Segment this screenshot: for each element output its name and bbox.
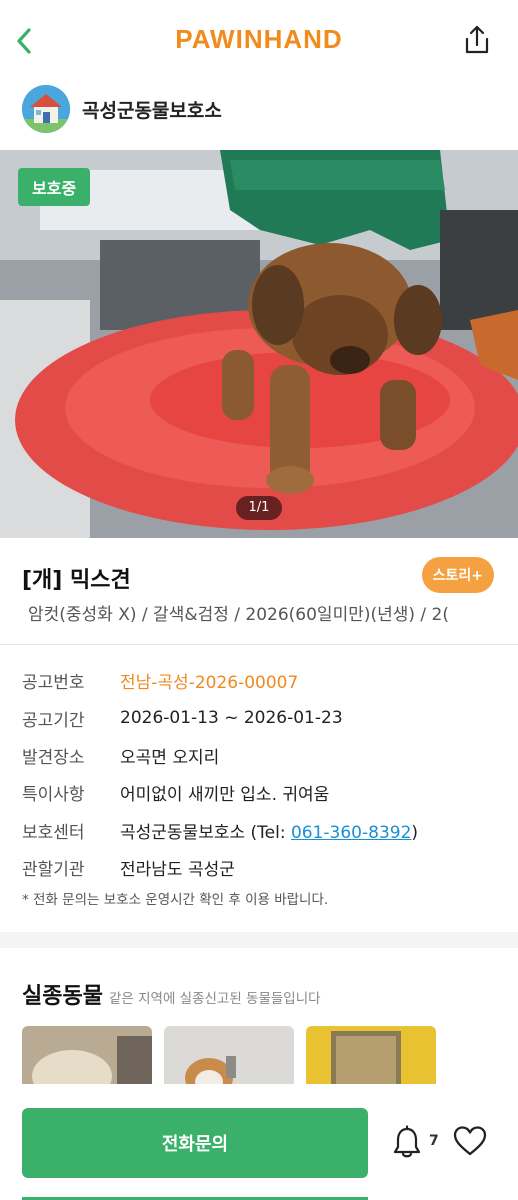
info-row-jurisdiction: 관할기관 전라남도 곡성군	[22, 849, 502, 886]
status-badge: 보호중	[18, 168, 91, 206]
notice-number: 전남-곡성-2026-00007	[120, 673, 299, 694]
missing-subtitle: 같은 지역에 실종신고된 동물들입니다	[108, 991, 321, 1007]
phone-link[interactable]: 061-360-8392	[291, 823, 411, 843]
info-label: 공고번호	[22, 673, 85, 694]
notice-info: 공고번호 전남-곡성-2026-00007 공고기간 2026-01-13 ~ …	[22, 662, 502, 886]
shelter-name[interactable]: 곡성군동물보호소	[82, 96, 222, 123]
info-label: 발견장소	[22, 747, 85, 768]
found-place: 오곡면 오지리	[120, 747, 220, 768]
app-logo: PAWINHAND	[175, 24, 343, 54]
info-label: 공고기간	[22, 710, 85, 731]
missing-animal-thumb[interactable]	[164, 1026, 294, 1084]
contact-note: * 전화 문의는 보호소 운영시간 확인 후 이용 바랍니다.	[22, 892, 329, 908]
house-icon	[22, 85, 70, 133]
missing-animal-photo-image	[164, 1026, 294, 1084]
share-icon[interactable]	[462, 24, 492, 56]
missing-animal-photo-image	[306, 1026, 436, 1084]
animal-summary: 암컷(중성화 X) / 갈색&검정 / 2026(60일미만)(년생) / 2(	[28, 605, 450, 625]
missing-animal-thumb[interactable]	[306, 1026, 436, 1084]
animal-photo[interactable]: 보호중 1/1	[0, 150, 518, 538]
call-button[interactable]: 전화문의	[22, 1108, 368, 1178]
jurisdiction: 전라남도 곡성군	[120, 860, 235, 881]
missing-animals-list	[22, 1026, 518, 1084]
info-row-notice-period: 공고기간 2026-01-13 ~ 2026-01-23	[22, 699, 502, 736]
shelter-avatar	[22, 85, 70, 133]
section-gap	[0, 932, 518, 948]
shelter-link[interactable]: 곡성군동물보호소	[22, 84, 222, 134]
divider	[0, 644, 518, 645]
animal-title: [개] 믹스견	[22, 568, 131, 593]
shelter-contact-suffix: )	[411, 822, 419, 843]
info-row-found-place: 발견장소 오곡면 오지리	[22, 737, 502, 774]
shelter-contact: 곡성군동물보호소 (Tel: 061-360-8392)	[120, 818, 418, 843]
info-label: 특이사항	[22, 785, 85, 806]
bell-count: 7	[429, 1133, 439, 1149]
info-row-notice-number: 공고번호 전남-곡성-2026-00007	[22, 662, 502, 699]
missing-animal-photo-image	[22, 1026, 152, 1084]
info-row-shelter: 보호센터 곡성군동물보호소 (Tel: 061-360-8392)	[22, 812, 502, 849]
puppy-photo-image	[0, 150, 518, 538]
photo-counter: 1/1	[236, 496, 282, 520]
missing-section-header: 실종동물 같은 지역에 실종신고된 동물들입니다	[22, 978, 321, 1010]
heart-icon[interactable]	[452, 1125, 488, 1157]
missing-title: 실종동물	[22, 984, 103, 1009]
info-label: 보호센터	[22, 822, 85, 843]
info-row-remarks: 특이사항 어미없이 새끼만 입소. 귀여움	[22, 774, 502, 811]
bottom-action-bar: 전화문의 7	[0, 1085, 518, 1200]
missing-animal-thumb[interactable]	[22, 1026, 152, 1084]
shelter-contact-name: 곡성군동물보호소 (Tel:	[120, 822, 291, 843]
info-label: 관할기관	[22, 860, 85, 881]
notice-period: 2026-01-13 ~ 2026-01-23	[120, 708, 343, 729]
remarks: 어미없이 새끼만 입소. 귀여움	[120, 785, 330, 806]
top-bar: PAWINHAND	[0, 0, 518, 80]
story-button[interactable]: 스토리+	[421, 557, 494, 593]
bell-icon[interactable]	[392, 1125, 422, 1159]
